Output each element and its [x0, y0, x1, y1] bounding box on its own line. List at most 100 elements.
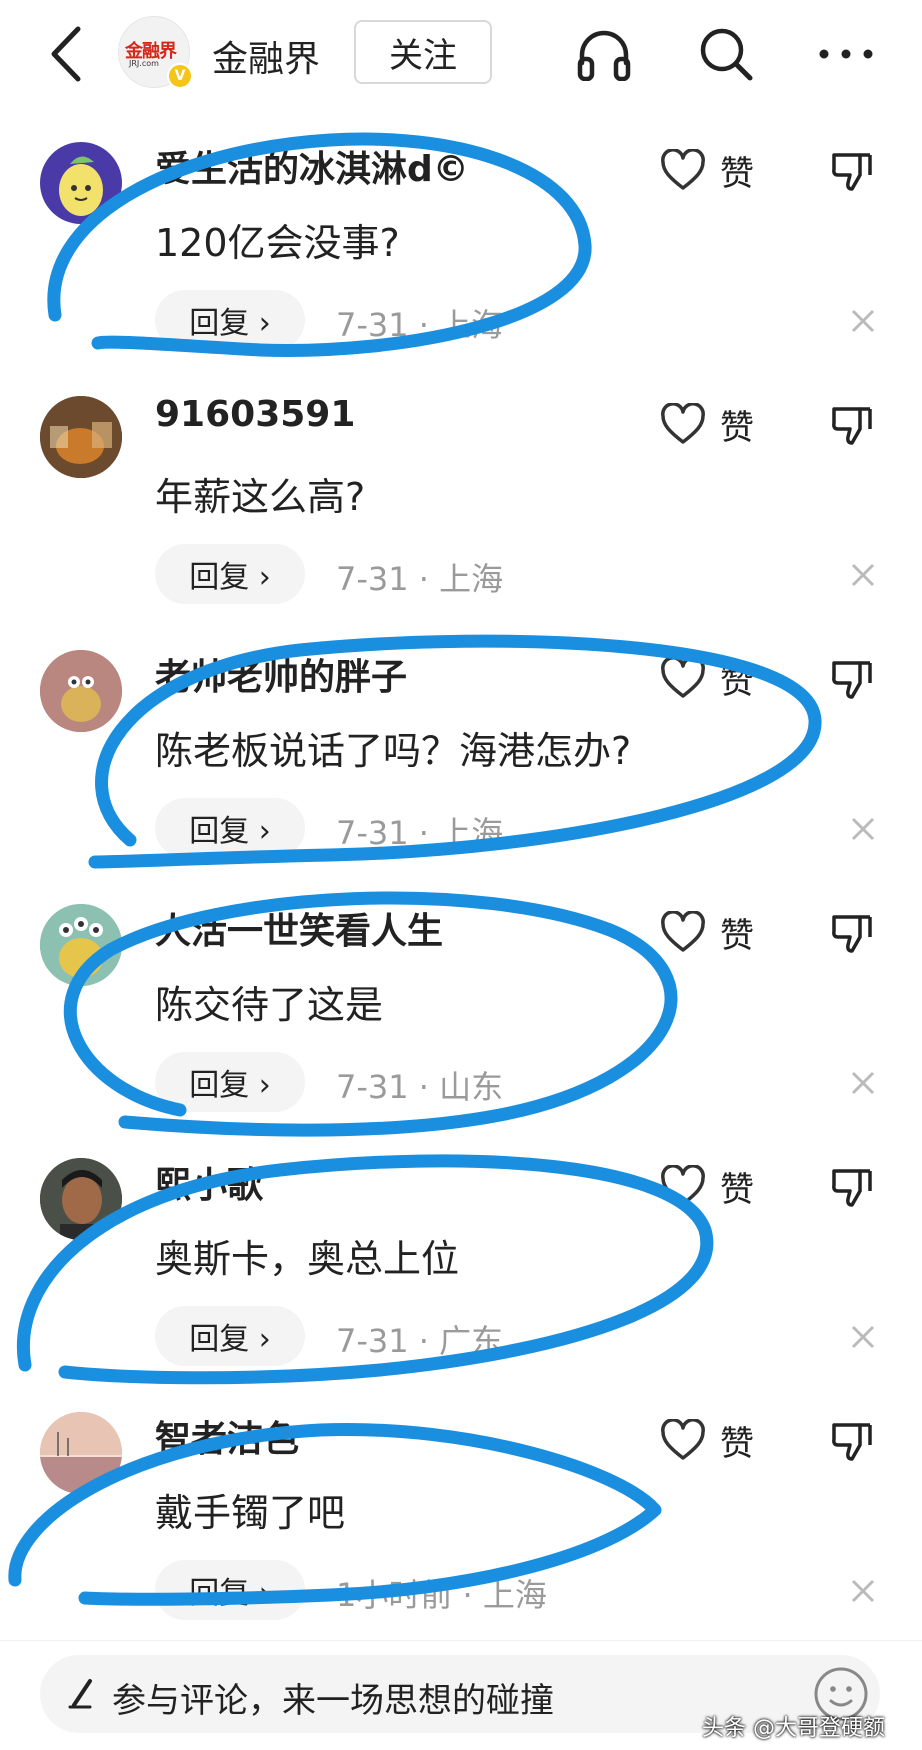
- reply-button[interactable]: 回复 ›: [155, 798, 305, 858]
- dismiss-button[interactable]: [844, 556, 882, 594]
- dislike-button[interactable]: [825, 1414, 879, 1468]
- reply-button[interactable]: 回复 ›: [155, 290, 305, 350]
- user-avatar[interactable]: [40, 1158, 122, 1240]
- like-label: 赞: [720, 1423, 754, 1464]
- comment-meta: 7-31 · 上海: [336, 814, 504, 852]
- like-label: 赞: [720, 1169, 754, 1210]
- dismiss-button[interactable]: [844, 810, 882, 848]
- like-label: 赞: [720, 153, 754, 194]
- dislike-button[interactable]: [825, 144, 879, 198]
- thumbs-down-icon: [832, 1169, 872, 1207]
- dismiss-button[interactable]: [844, 302, 882, 340]
- username[interactable]: 爱生活的冰淇淋d©: [155, 140, 469, 192]
- cartoon-avatar-image: [40, 650, 122, 732]
- dismiss-button[interactable]: [844, 1572, 882, 1610]
- comment-item: 熙小歌 奥斯卡，奥总上位 回复 › 7-31 · 广东 赞: [0, 1148, 922, 1402]
- comment-item: 人活一世笑看人生 陈交待了这是 回复 › 7-31 · 山东 赞: [0, 894, 922, 1148]
- reply-button[interactable]: 回复 ›: [155, 1306, 305, 1366]
- pen-icon: [68, 1679, 92, 1709]
- comment-meta: 7-31 · 上海: [336, 560, 504, 598]
- sunset-avatar-image: [40, 1412, 122, 1494]
- comment-text: 陈交待了这是: [155, 983, 384, 1027]
- heart-icon: [661, 1165, 705, 1206]
- like-button[interactable]: 赞: [660, 142, 754, 198]
- comment-meta: 7-31 · 上海: [336, 306, 504, 344]
- monster-avatar-image: [40, 904, 122, 986]
- listen-button[interactable]: [572, 22, 636, 86]
- verified-badge: V: [167, 63, 193, 89]
- close-icon: [851, 563, 875, 587]
- search-icon: [700, 28, 753, 81]
- like-button[interactable]: 赞: [660, 650, 754, 706]
- close-icon: [851, 309, 875, 333]
- tea-avatar-image: [40, 396, 122, 478]
- account-avatar[interactable]: 金融界 JRJ.com V: [118, 16, 193, 89]
- thumbs-down-icon: [832, 915, 872, 953]
- reply-button[interactable]: 回复 ›: [155, 1052, 305, 1112]
- comment-item: 智者洁色 戴手镯了吧 回复 › 1小时前 · 上海 赞: [0, 1402, 922, 1656]
- like-label: 赞: [720, 661, 754, 702]
- dislike-button[interactable]: [825, 906, 879, 960]
- heart-icon: [661, 911, 705, 952]
- username[interactable]: 人活一世笑看人生: [155, 902, 443, 954]
- comment-text: 戴手镯了吧: [155, 1491, 346, 1535]
- comment-meta: 7-31 · 广东: [336, 1322, 504, 1360]
- close-icon: [851, 1325, 875, 1349]
- thumbs-down-icon: [832, 407, 872, 445]
- input-placeholder: 参与评论，来一场思想的碰撞: [112, 1681, 554, 1721]
- lemon-avatar-image: [59, 156, 103, 216]
- photo-avatar-image: [40, 1158, 122, 1240]
- reply-button[interactable]: 回复 ›: [155, 544, 305, 604]
- back-button[interactable]: [40, 22, 90, 86]
- like-button[interactable]: 赞: [660, 1158, 754, 1214]
- comment-text: 120亿会没事?: [155, 221, 400, 265]
- more-button[interactable]: [814, 22, 878, 86]
- search-button[interactable]: [694, 22, 758, 86]
- heart-icon: [661, 149, 705, 190]
- close-icon: [851, 1579, 875, 1603]
- thumbs-down-icon: [832, 661, 872, 699]
- heart-icon: [661, 657, 705, 698]
- logo-sub: JRJ.com: [129, 59, 159, 68]
- top-bar: 金融界 JRJ.com V 金融界 关注: [0, 0, 922, 110]
- headphones-icon: [577, 30, 631, 81]
- user-avatar[interactable]: [40, 904, 122, 986]
- comment-meta: 7-31 · 山东: [336, 1068, 504, 1106]
- user-avatar[interactable]: [40, 650, 122, 732]
- dislike-button[interactable]: [825, 652, 879, 706]
- username[interactable]: 91603591: [155, 394, 355, 435]
- follow-button[interactable]: 关注: [354, 20, 492, 84]
- watermark: 头条 @大哥登硬额: [702, 1716, 885, 1741]
- comment-text: 奥斯卡，奥总上位: [155, 1237, 460, 1281]
- dislike-button[interactable]: [825, 398, 879, 452]
- dismiss-button[interactable]: [844, 1064, 882, 1102]
- comment-item: 老帅老帅的胖子 陈老板说话了吗？海港怎办? 回复 › 7-31 · 上海 赞: [0, 640, 922, 894]
- back-arrow-icon: [51, 26, 81, 82]
- reply-button[interactable]: 回复 ›: [155, 1560, 305, 1620]
- like-button[interactable]: 赞: [660, 396, 754, 452]
- thumbs-down-icon: [832, 1423, 872, 1461]
- like-label: 赞: [720, 915, 754, 956]
- heart-icon: [661, 403, 705, 444]
- user-avatar[interactable]: [40, 1412, 122, 1494]
- username[interactable]: 熙小歌: [155, 1156, 263, 1208]
- user-avatar[interactable]: [40, 142, 122, 224]
- close-icon: [851, 817, 875, 841]
- heart-icon: [661, 1419, 705, 1460]
- like-label: 赞: [720, 407, 754, 448]
- like-button[interactable]: 赞: [660, 904, 754, 960]
- comment-meta: 1小时前 · 上海: [336, 1576, 547, 1614]
- comment-item: 爱生活的冰淇淋d© 120亿会没事? 回复 › 7-31 · 上海 赞: [0, 132, 922, 386]
- dislike-button[interactable]: [825, 1160, 879, 1214]
- user-avatar[interactable]: [40, 396, 122, 478]
- dismiss-button[interactable]: [844, 1318, 882, 1356]
- comment-text: 陈老板说话了吗？海港怎办?: [155, 729, 632, 773]
- account-name[interactable]: 金融界: [212, 30, 320, 82]
- like-button[interactable]: 赞: [660, 1412, 754, 1468]
- username[interactable]: 智者洁色: [155, 1410, 299, 1462]
- comment-item: 91603591 年薪这么高? 回复 › 7-31 · 上海 赞: [0, 386, 922, 640]
- thumbs-down-icon: [832, 153, 872, 191]
- close-icon: [851, 1071, 875, 1095]
- username[interactable]: 老帅老帅的胖子: [155, 648, 407, 700]
- comment-text: 年薪这么高?: [155, 475, 366, 519]
